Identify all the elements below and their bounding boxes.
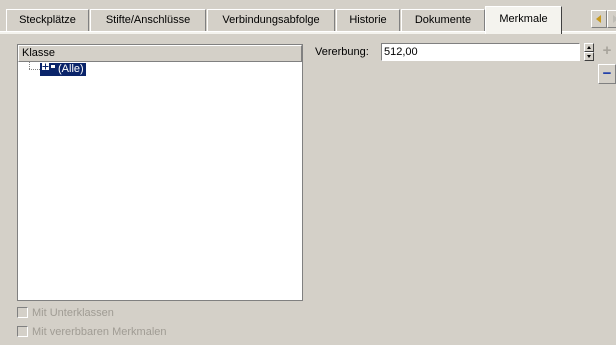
checkbox-with-subclasses[interactable]: Mit Unterklassen bbox=[17, 306, 237, 322]
class-tree[interactable]: Klasse (Alle) bbox=[17, 44, 303, 301]
tab-historie[interactable]: Historie bbox=[336, 9, 400, 31]
spin-up-button[interactable] bbox=[584, 43, 594, 52]
tree-connector-line bbox=[29, 69, 40, 70]
tab-merkmale[interactable]: Merkmale bbox=[485, 6, 562, 34]
spin-down-button[interactable] bbox=[584, 52, 594, 61]
tab-steckplaetze[interactable]: Steckplätze bbox=[6, 9, 89, 31]
checkbox-with-inheritable-features[interactable]: Mit vererbbaren Merkmalen bbox=[17, 325, 237, 341]
tab-scroll-left-button[interactable] bbox=[591, 10, 607, 28]
tab-dokumente[interactable]: Dokumente bbox=[401, 9, 485, 31]
arrow-up-icon bbox=[587, 46, 591, 49]
tree-column-header[interactable]: Klasse bbox=[18, 45, 302, 62]
tab-scroll-right-button[interactable] bbox=[607, 10, 616, 28]
arrow-left-icon bbox=[596, 15, 601, 23]
tab-strip: Steckplätze Stifte/Anschlüsse Verbindung… bbox=[0, 0, 616, 34]
add-feature-button[interactable]: + bbox=[598, 42, 616, 62]
class-node-icon bbox=[42, 62, 56, 71]
arrow-down-icon bbox=[587, 55, 591, 58]
checkbox-label: Mit Unterklassen bbox=[32, 307, 114, 319]
tree-connector-line bbox=[29, 62, 30, 69]
tree-node-all[interactable]: (Alle) bbox=[40, 63, 86, 76]
checkbox-box[interactable] bbox=[17, 306, 28, 318]
checkbox-label: Mit vererbbaren Merkmalen bbox=[32, 326, 167, 338]
inheritance-spinner[interactable] bbox=[584, 43, 594, 61]
tree-node-label: (Alle) bbox=[58, 63, 84, 75]
inheritance-label: Vererbung: bbox=[315, 46, 369, 58]
tab-stifte-anschluesse[interactable]: Stifte/Anschlüsse bbox=[90, 9, 206, 31]
checkbox-box[interactable] bbox=[17, 325, 28, 337]
inheritance-input[interactable] bbox=[381, 43, 580, 61]
tab-verbindungsabfolge[interactable]: Verbindungsabfolge bbox=[207, 9, 335, 31]
remove-feature-button[interactable]: − bbox=[598, 64, 616, 84]
